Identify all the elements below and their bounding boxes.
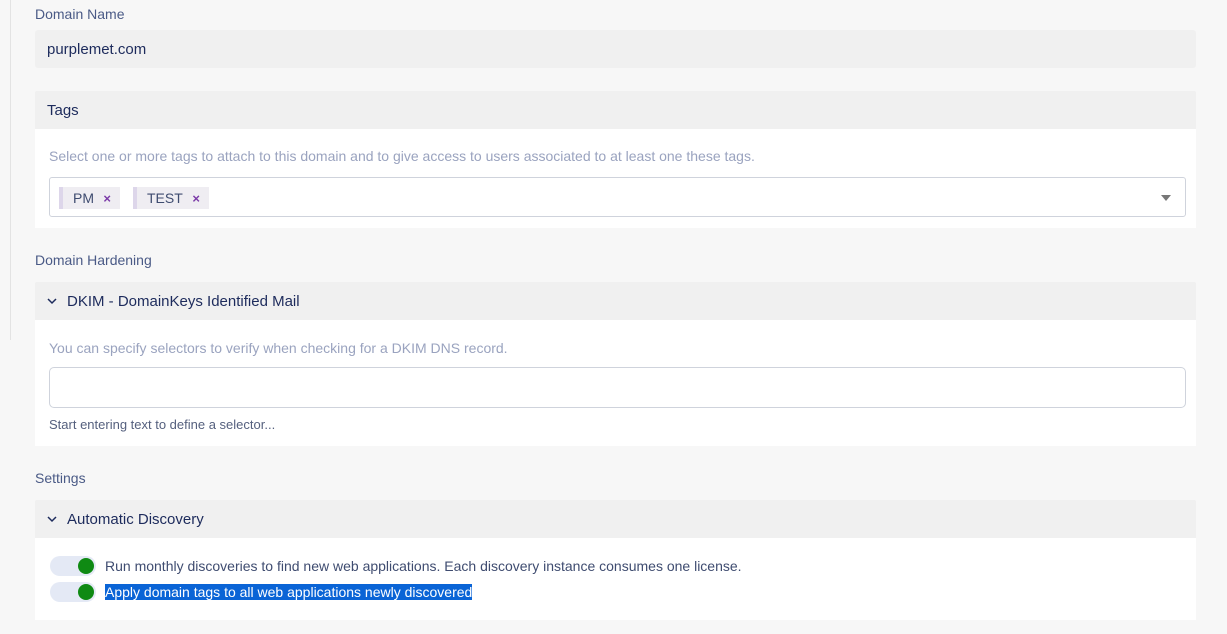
tag-chip-label: TEST — [147, 190, 183, 206]
domain-hardening-label: Domain Hardening — [35, 252, 152, 268]
tag-chip-test: TEST × — [133, 187, 209, 209]
tags-body: Select one or more tags to attach to thi… — [35, 129, 1196, 228]
apply-tags-label: Apply domain tags to all web application… — [105, 584, 473, 600]
domain-name-field[interactable]: purplemet.com — [35, 30, 1196, 68]
tags-header: Tags — [35, 91, 1196, 129]
discovery-title: Automatic Discovery — [67, 510, 204, 528]
monthly-discovery-label: Run monthly discoveries to find new web … — [105, 558, 742, 574]
dkim-body: You can specify selectors to verify when… — [35, 320, 1196, 446]
dkim-panel: DKIM - DomainKeys Identified Mail You ca… — [35, 282, 1196, 446]
tag-chip-pm: PM × — [59, 187, 120, 209]
dkim-selector-input[interactable] — [49, 367, 1186, 408]
domain-name-label: Domain Name — [35, 6, 125, 22]
chevron-down-icon[interactable] — [47, 294, 61, 308]
dkim-help-text: You can specify selectors to verify when… — [49, 340, 508, 356]
remove-tag-icon[interactable]: × — [103, 191, 111, 206]
toggle-knob — [78, 558, 94, 574]
tags-select[interactable]: PM × TEST × — [49, 177, 1186, 217]
discovery-panel: Automatic Discovery Run monthly discover… — [35, 500, 1196, 620]
left-divider — [10, 0, 11, 340]
domain-name-value: purplemet.com — [47, 40, 147, 58]
tag-chip-label: PM — [73, 190, 94, 206]
dkim-header[interactable]: DKIM - DomainKeys Identified Mail — [35, 282, 1196, 320]
toggle-knob — [78, 584, 94, 600]
dkim-title: DKIM - DomainKeys Identified Mail — [67, 292, 300, 310]
remove-tag-icon[interactable]: × — [192, 191, 200, 206]
dkim-input-hint: Start entering text to define a selector… — [49, 417, 276, 432]
apply-tags-toggle[interactable] — [50, 582, 96, 602]
discovery-header[interactable]: Automatic Discovery — [35, 500, 1196, 538]
chevron-down-icon[interactable] — [47, 512, 61, 526]
tags-help-text: Select one or more tags to attach to thi… — [49, 148, 755, 164]
tags-panel: Tags Select one or more tags to attach t… — [35, 91, 1196, 228]
caret-down-icon[interactable] — [1161, 195, 1171, 201]
discovery-body: Run monthly discoveries to find new web … — [35, 538, 1196, 620]
settings-label: Settings — [35, 470, 86, 486]
monthly-discovery-toggle[interactable] — [50, 556, 96, 576]
tags-title: Tags — [47, 101, 79, 119]
